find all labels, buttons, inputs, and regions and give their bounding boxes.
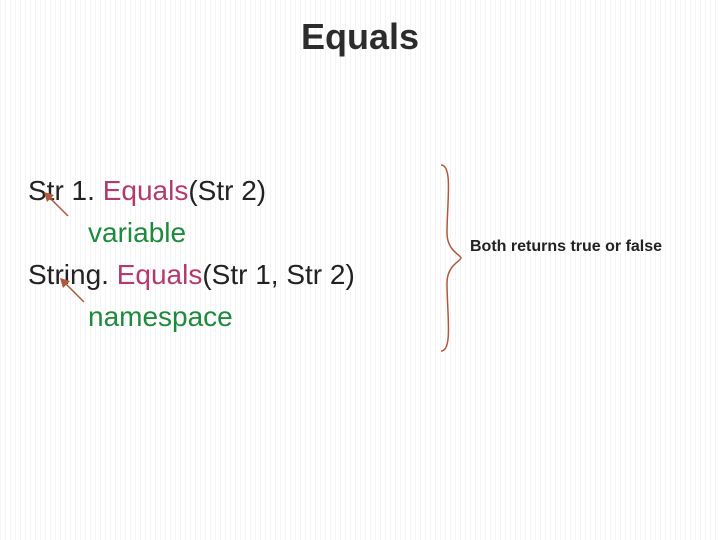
brace-icon — [435, 163, 463, 353]
text-args-2: (Str 1, Str 2) — [202, 259, 354, 290]
code-line-1: Str 1. Equals(Str 2) — [28, 170, 408, 212]
side-note: Both returns true or false — [470, 238, 662, 256]
text-equals-2: Equals — [117, 259, 203, 290]
arrow-icon — [42, 192, 72, 222]
text-args-1: (Str 2) — [188, 175, 266, 206]
text-equals-1: Equals — [103, 175, 189, 206]
label-variable: variable — [88, 212, 408, 254]
arrow-icon — [58, 278, 88, 308]
label-namespace: namespace — [88, 296, 408, 338]
code-block: Str 1. Equals(Str 2) variable String. Eq… — [28, 170, 408, 338]
slide-title: Equals — [0, 16, 720, 58]
